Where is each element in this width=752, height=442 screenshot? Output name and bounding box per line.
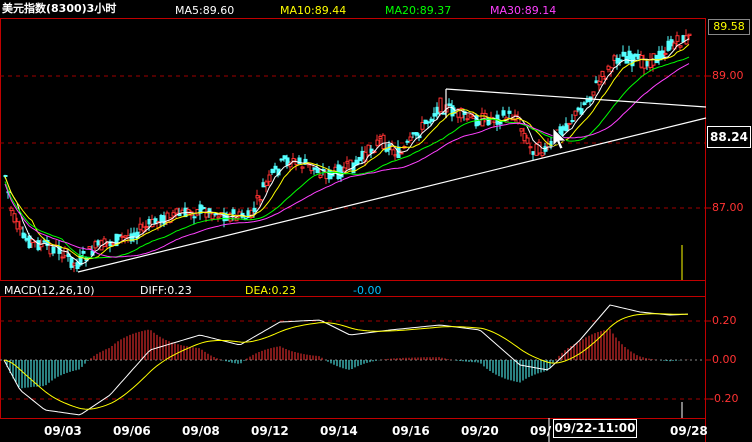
candle-body [318, 174, 323, 178]
candle-body [87, 246, 92, 249]
candle-body [264, 181, 269, 186]
date-label: 09/20 [461, 424, 499, 438]
candle-body [501, 110, 506, 116]
candle-body [342, 167, 347, 172]
date-label: 09/16 [392, 424, 430, 438]
candle-body [81, 251, 86, 254]
ma30-label: MA30:89.14 [490, 4, 557, 17]
last-price-tag: 89.58 [708, 19, 750, 35]
candle-body [9, 207, 14, 212]
candle-body [216, 216, 221, 219]
candle-body [465, 118, 470, 121]
macd-diff-label: DIFF:0.23 [140, 284, 192, 297]
candle-body [414, 132, 419, 136]
date-label: 09/12 [251, 424, 289, 438]
candle-body [255, 195, 260, 199]
candle-body [621, 51, 626, 57]
candle-body [213, 213, 218, 216]
date-label: 09/08 [182, 424, 220, 438]
candle-body [270, 168, 275, 174]
macd-value-label: -0.00 [353, 284, 382, 297]
candle-body [573, 110, 578, 116]
candle-body [507, 110, 512, 114]
chart-title: 美元指数(8300)3小时 [2, 2, 117, 15]
candle-body [528, 146, 533, 149]
candle-body [51, 246, 56, 254]
candle-body [399, 152, 404, 155]
price-axis-label: 87.00 [712, 201, 744, 214]
candle-body [597, 80, 602, 86]
candle-body [21, 232, 26, 239]
macd-axis-label: -0.20 [710, 392, 739, 405]
trendlines[interactable] [77, 88, 707, 273]
ma10-label: MA10:89.44 [280, 4, 347, 17]
candle-body [315, 168, 320, 174]
candle-body [429, 118, 434, 122]
ma10-line [4, 44, 690, 260]
candle-body [231, 209, 236, 215]
candle-body [567, 122, 572, 125]
current-price-tag: 88.24 [707, 126, 751, 148]
date-label: 09/03 [44, 424, 82, 438]
ma5-label: MA5:89.60 [175, 4, 235, 17]
candle-body [525, 137, 530, 144]
candle-body [258, 199, 263, 202]
candle-body [675, 35, 680, 42]
date-label: 09/28 [670, 424, 708, 438]
date-label: 09/14 [320, 424, 358, 438]
candle-body [204, 212, 209, 218]
candle-body [570, 120, 575, 122]
date-label: 09/06 [113, 424, 151, 438]
candle-body [18, 226, 23, 230]
candlestick-series [3, 29, 692, 273]
macd-axis-label: 0.20 [712, 314, 737, 327]
candle-body [600, 70, 605, 78]
candle-body [201, 207, 206, 210]
ma5-line [4, 38, 690, 265]
trendline-resistance[interactable] [445, 88, 707, 108]
candle-body [678, 45, 683, 48]
price-grid [0, 75, 705, 209]
macd-name-label: MACD(12,26,10) [4, 284, 95, 297]
candle-body [375, 139, 380, 146]
macd-histogram [6, 328, 689, 389]
candle-body [519, 128, 524, 132]
candle-body [591, 91, 596, 96]
candle-body [537, 141, 542, 154]
candle-body [192, 216, 197, 219]
candle-body [60, 256, 65, 259]
chart-canvas[interactable] [0, 0, 752, 442]
price-axis-label: 89.00 [712, 69, 744, 82]
candle-body [408, 136, 413, 141]
candle-body [687, 33, 692, 37]
candle-body [381, 134, 386, 150]
candle-body [540, 152, 545, 157]
candle-body [69, 257, 74, 268]
candle-body [426, 121, 431, 124]
candle-body [618, 59, 623, 62]
ma20-label: MA20:89.37 [385, 4, 452, 17]
candle-body [144, 225, 149, 228]
candle-body [438, 97, 443, 113]
crosshair-date-tag: 09/22-11:00 [553, 419, 637, 438]
moving-average-lines [4, 38, 690, 265]
candle-body [300, 166, 305, 169]
candle-body [405, 140, 410, 143]
macd-dea-label: DEA:0.23 [245, 284, 296, 297]
date-label: 09/ [530, 424, 552, 438]
candle-body [252, 207, 257, 213]
candle-body [267, 174, 272, 182]
macd-axis-label: 0.00 [712, 353, 737, 366]
candle-body [12, 213, 17, 223]
candle-body [174, 208, 179, 214]
candle-body [3, 175, 8, 177]
candle-body [582, 102, 587, 106]
candle-body [663, 52, 668, 55]
